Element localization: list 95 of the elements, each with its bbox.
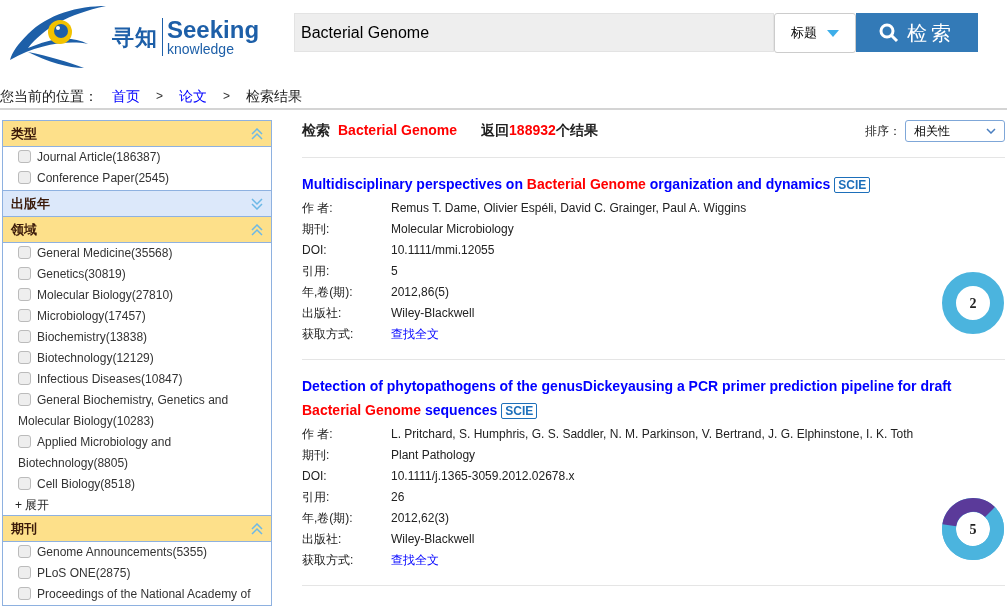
logo-text: Seeking	[167, 18, 260, 42]
checkbox[interactable]	[18, 372, 31, 385]
facet-option[interactable]: Genome Announcements(5355)	[3, 542, 271, 563]
search-button[interactable]: 检索	[856, 13, 978, 52]
field-label: 获取方式:	[302, 552, 355, 569]
checkbox[interactable]	[18, 150, 31, 163]
field-label: 年,卷(期):	[302, 284, 354, 301]
field-value: 26	[391, 489, 405, 506]
full-text-link[interactable]: 查找全文	[391, 327, 439, 341]
checkbox[interactable]	[18, 267, 31, 280]
field-label: 获取方式:	[302, 326, 355, 343]
index-badge: SCIE	[501, 403, 538, 419]
facet-option[interactable]: Proceedings of the National Academy of	[3, 584, 271, 605]
result-count-text: 返回188932个结果	[481, 121, 598, 140]
breadcrumb-label: 您当前的位置：	[0, 86, 98, 106]
field-value: L. Pritchard, S. Humphris, G. S. Saddler, N. M. Parkinson, V. Bertrand, J. G. Elphinstone, I. K. Toth	[391, 426, 914, 443]
search-label: 检索	[302, 121, 330, 140]
full-text-link[interactable]: 查找全文	[391, 553, 439, 567]
facet-header[interactable]: 出版年	[3, 190, 271, 217]
field-value: 2012,86(5)	[391, 284, 450, 301]
score-ring	[942, 498, 1004, 560]
field-label: 出版社:	[302, 531, 343, 548]
field-value: Remus T. Dame, Olivier Espéli, David C. Grainger, Paul A. Wiggins	[391, 200, 747, 217]
search-query: Bacterial Genome	[338, 121, 458, 140]
result-title-link[interactable]: Multidisciplinary perspectives on Bacterial Genome organization and dynamics SCIE	[302, 172, 1005, 196]
breadcrumb-link[interactable]: 论文	[179, 85, 207, 107]
checkbox[interactable]	[18, 246, 31, 259]
field-value: Wiley-Blackwell	[391, 531, 475, 548]
separator-text: >	[156, 88, 163, 105]
search-field[interactable]: Bacterial Genome	[294, 13, 774, 52]
facet-option[interactable]: Applied Microbiology and Biotechnology(8805)	[3, 432, 271, 474]
facet-option[interactable]: Cell Biology(8518)	[3, 474, 271, 495]
facet-option[interactable]: Molecular Biology(27810)	[3, 285, 271, 306]
field-label: DOI:	[302, 242, 328, 259]
facet-header[interactable]: 类型	[3, 120, 271, 147]
facet-header[interactable]: 领域	[3, 216, 271, 243]
result-title-link[interactable]: Detection of phytopathogens of the genusDickeyausing a PCR primer prediction pipeline for draft Bacterial Genome sequences SCIE	[302, 374, 1005, 422]
field-value: Plant Pathology	[391, 447, 476, 464]
checkbox[interactable]	[18, 587, 31, 600]
chevron-down-icon	[986, 128, 996, 134]
field-label: 出版社:	[302, 305, 343, 322]
breadcrumb-current: 检索结果	[246, 86, 303, 106]
checkbox[interactable]	[18, 330, 31, 343]
field-label: 作 者:	[302, 200, 334, 217]
expand-icon[interactable]	[251, 197, 263, 210]
facet-option[interactable]: Biotechnology(12129)	[3, 348, 271, 369]
checkbox[interactable]	[18, 545, 31, 558]
logo-chinese-text: 寻知	[112, 23, 158, 52]
field-value: 5	[391, 263, 398, 280]
facet-option[interactable]: Conference Paper(2545)	[3, 168, 271, 191]
expand-link[interactable]: + 展开	[3, 495, 271, 516]
sort-select[interactable]: 相关性	[905, 120, 1005, 142]
field-select[interactable]: 标题	[774, 13, 856, 53]
facet-option[interactable]: General Biochemistry, Genetics and Molecular Biology(10283)	[3, 390, 271, 432]
field-label: 引用:	[302, 489, 331, 506]
field-label: DOI:	[302, 468, 328, 485]
index-badge: SCIE	[834, 177, 871, 193]
facet-option[interactable]: Infectious Diseases(10847)	[3, 369, 271, 390]
field-label: 作 者:	[302, 426, 334, 443]
facet-option[interactable]: General Medicine(35568)	[3, 243, 271, 264]
checkbox[interactable]	[18, 171, 31, 184]
facet-option[interactable]: Genetics(30819)	[3, 264, 271, 285]
field-value: 2012,62(3)	[391, 510, 450, 527]
score-ring	[942, 272, 1004, 334]
checkbox[interactable]	[18, 566, 31, 579]
collapse-icon[interactable]	[251, 522, 263, 535]
facet-option[interactable]: Microbiology(17457)	[3, 306, 271, 327]
field-value: Molecular Microbiology	[391, 221, 514, 238]
checkbox[interactable]	[18, 351, 31, 364]
score-text: 5	[969, 522, 977, 537]
facet-option[interactable]: PLoS ONE(2875)	[3, 563, 271, 584]
field-label: 期刊:	[302, 221, 331, 238]
field-value: 10.1111/mmi.12055	[391, 242, 495, 259]
field-label: 期刊:	[302, 447, 331, 464]
checkbox[interactable]	[18, 309, 31, 322]
field-value: Wiley-Blackwell	[391, 305, 475, 322]
sort-label: 排序：	[865, 123, 901, 140]
logo-subtitle: knowledge	[167, 42, 234, 56]
field-label: 引用:	[302, 263, 331, 280]
checkbox[interactable]	[18, 288, 31, 301]
collapse-icon[interactable]	[251, 127, 263, 140]
checkbox[interactable]	[18, 435, 31, 448]
field-label: 年,卷(期):	[302, 510, 354, 527]
checkbox[interactable]	[18, 393, 31, 406]
collapse-icon[interactable]	[251, 223, 263, 236]
facet-option[interactable]: Journal Article(186387)	[3, 147, 271, 168]
breadcrumb-link[interactable]: 首页	[112, 85, 140, 107]
checkbox[interactable]	[18, 477, 31, 490]
caret-icon	[827, 29, 839, 37]
score-text: 2	[969, 296, 977, 311]
facet-header[interactable]: 期刊	[3, 515, 271, 542]
facet-option[interactable]: Biochemistry(13838)	[3, 327, 271, 348]
separator-text: >	[223, 88, 231, 105]
field-value: 10.1111/j.1365-3059.2012.02678.x	[391, 468, 575, 485]
search-icon	[879, 22, 899, 43]
